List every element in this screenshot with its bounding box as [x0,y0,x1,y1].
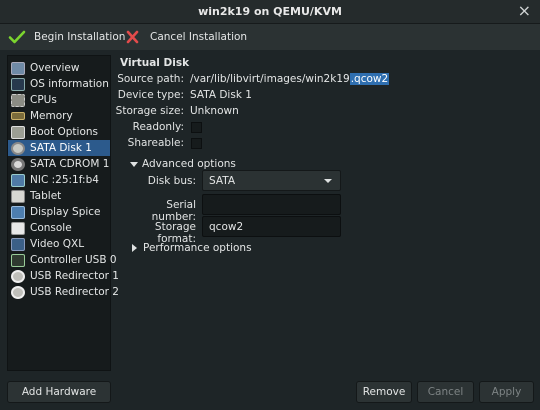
nic-icon [11,173,25,187]
sidebar-item-console[interactable]: Console [8,220,110,236]
sidebar-item-video-qxl[interactable]: Video QXL [8,236,110,252]
sidebar-item-label: SATA Disk 1 [30,142,92,154]
add-hardware-button[interactable]: Add Hardware [7,381,111,403]
source-path-selection: .qcow2 [349,73,390,85]
sidebar-item-tablet[interactable]: Tablet [8,188,110,204]
begin-installation-button[interactable]: Begin Installation [8,28,125,46]
hardware-list: Overview OS information CPUs Memory Boot… [7,55,119,371]
video-icon [11,237,25,251]
sidebar-item-label: NIC :25:1f:b4 [30,174,99,186]
sidebar-item-overview[interactable]: Overview [8,60,110,76]
device-type-label: Device type: [117,89,184,101]
disk-bus-value: SATA [209,174,236,187]
overview-icon [11,61,25,75]
readonly-checkbox[interactable] [191,122,202,133]
storage-size-label: Storage size: [115,105,184,117]
sidebar-item-usb-redirector-1[interactable]: USB Redirector 1 [8,268,119,284]
tablet-icon [11,189,25,203]
sidebar-item-usb-redirector-2[interactable]: USB Redirector 2 [8,284,119,300]
serial-number-label: Serial number: [151,199,196,223]
readonly-label: Readonly: [132,121,184,133]
display-icon [11,205,25,219]
remove-button[interactable]: Remove [356,381,412,403]
title-bar: win2k19 on QEMU/KVM × [0,0,540,24]
source-path-value: /var/lib/libvirt/images/win2k19.qcow2 [190,73,390,85]
shareable-checkbox[interactable] [191,138,202,149]
disk-bus-label: Disk bus: [147,175,196,187]
sidebar-item-label: SATA CDROM 1 [30,158,110,170]
chevron-right-icon [132,244,137,252]
sidebar-item-cpus[interactable]: CPUs [8,92,110,108]
sidebar-item-label: OS information [30,78,109,90]
sidebar-item-label: Console [30,222,72,234]
disk-bus-select[interactable]: SATA [202,170,341,191]
sidebar-item-label: Boot Options [30,126,99,138]
begin-installation-label: Begin Installation [34,31,126,43]
usb-redirector-icon [11,269,25,283]
memory-icon [11,112,25,120]
device-type-value: SATA Disk 1 [190,89,252,101]
serial-number-field[interactable] [202,194,341,215]
apply-button[interactable]: Apply [479,381,534,403]
sidebar-item-os-information[interactable]: OS information [8,76,110,92]
chevron-down-icon [130,161,138,167]
console-icon [11,221,25,235]
window-title: win2k19 on QEMU/KVM [198,5,342,18]
sidebar-item-label: CPUs [30,94,57,106]
disk-details-panel: Virtual Disk Source path: /var/lib/libvi… [116,55,534,375]
cancel-installation-label: Cancel Installation [150,31,248,43]
sidebar-item-memory[interactable]: Memory [8,108,110,124]
sidebar-item-label: USB Redirector 1 [30,270,119,282]
sidebar-item-label: Display Spice [30,206,101,218]
sidebar-item-nic[interactable]: NIC :25:1f:b4 [8,172,110,188]
performance-options-expander[interactable]: Performance options [130,242,252,254]
sidebar-item-label: Overview [30,62,80,74]
performance-options-label: Performance options [143,242,252,254]
sidebar-item-label: USB Redirector 2 [30,286,119,298]
os-icon [11,77,25,91]
shareable-label: Shareable: [127,137,184,149]
storage-size-value: Unknown [190,105,239,117]
check-icon [8,30,26,44]
advanced-options-expander[interactable]: Advanced options [130,158,236,170]
sidebar-item-label: Tablet [30,190,62,202]
toolbar: Begin Installation Cancel Installation [0,24,540,50]
source-path-label: Source path: [117,73,184,85]
sidebar-item-boot-options[interactable]: Boot Options [8,124,110,140]
disk-icon [11,141,25,155]
storage-format-field[interactable]: qcow2 [202,216,341,237]
sidebar-item-label: Controller USB 0 [30,254,117,266]
cdrom-icon [11,157,25,171]
sidebar-item-sata-disk-1[interactable]: SATA Disk 1 [8,140,110,156]
close-icon[interactable]: × [518,2,531,20]
sidebar-item-display-spice[interactable]: Display Spice [8,204,110,220]
cancel-installation-button[interactable]: Cancel Installation [124,28,247,46]
dropdown-arrow-icon [324,179,332,183]
advanced-options-label: Advanced options [142,158,236,170]
cancel-button[interactable]: Cancel [417,381,474,403]
sidebar-item-controller-usb-0[interactable]: Controller USB 0 [8,252,117,268]
x-icon [126,30,139,44]
boot-icon [11,125,25,139]
usb-controller-icon [11,253,25,267]
sidebar-item-label: Memory [30,110,73,122]
usb-redirector-icon [11,285,25,299]
sidebar-item-label: Video QXL [30,238,85,250]
section-title: Virtual Disk [120,57,190,69]
cpu-icon [11,93,25,107]
sidebar-item-sata-cdrom-1[interactable]: SATA CDROM 1 [8,156,110,172]
